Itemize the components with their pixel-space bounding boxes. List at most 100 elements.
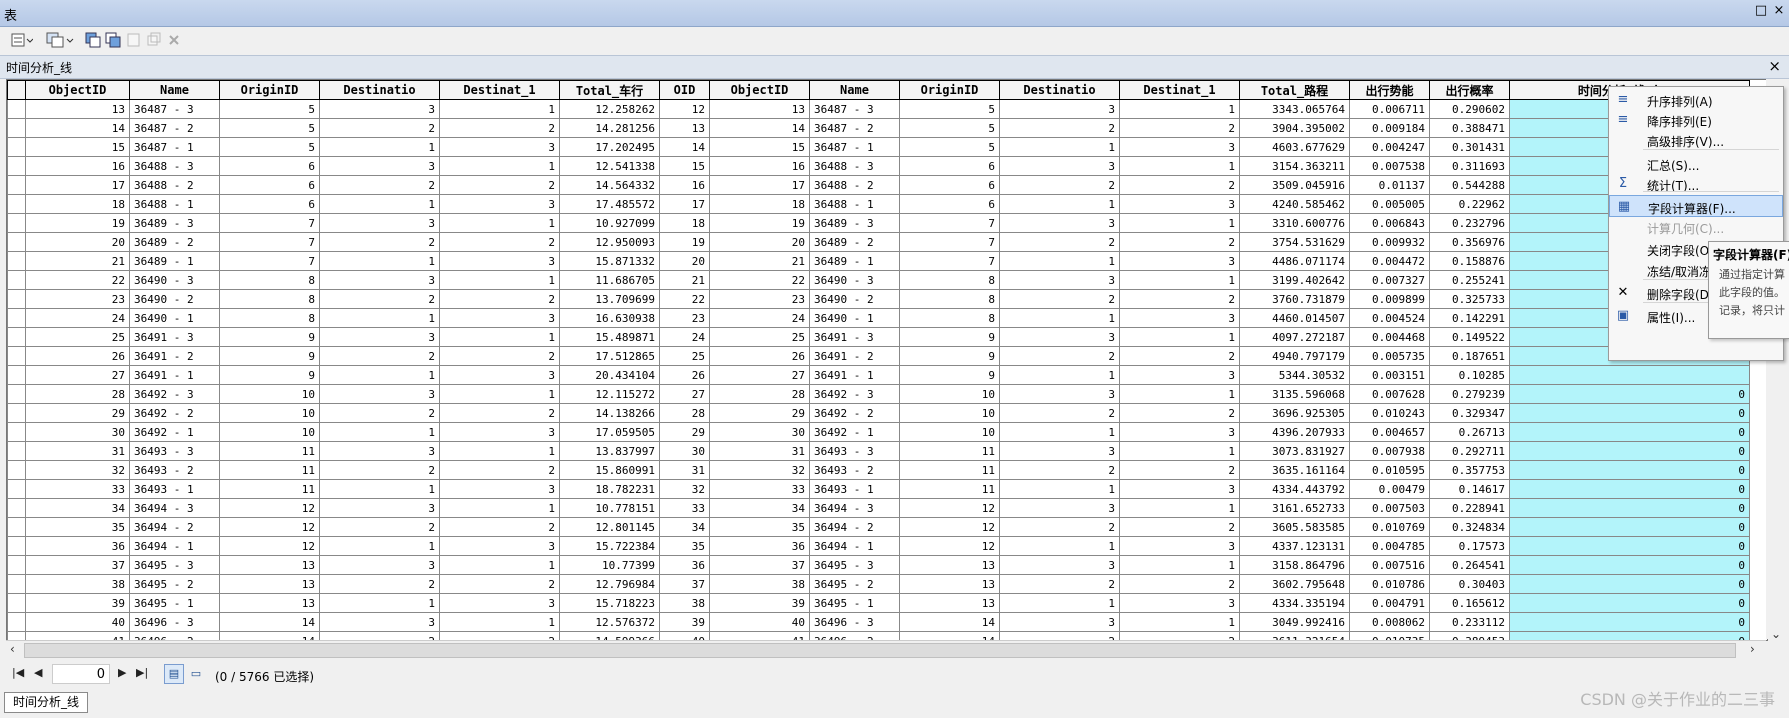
table-cell[interactable]: 29 [709,403,810,423]
table-cell[interactable]: 0 [1509,384,1750,404]
table-cell[interactable]: 33 [659,498,710,518]
table-cell[interactable]: 0.007503 [1349,498,1430,518]
table-cell[interactable]: 28 [659,403,710,423]
table-row[interactable]: 13 36487 - 3 5 3 1 12.258262 12 13 36487 - 35313… [7,99,1750,119]
table-cell[interactable]: 2 [1119,289,1240,309]
row-selector[interactable] [7,365,26,385]
table-cell[interactable]: 4486.071174 [1239,251,1350,271]
table-cell[interactable]: 1 [319,536,440,556]
table-cell[interactable]: 8 [899,270,1000,290]
table-cell[interactable]: 35 [709,517,810,537]
column-header[interactable]: OID [659,80,710,100]
table-cell[interactable]: 13 [899,555,1000,575]
table-cell[interactable]: 36487 - 3 [809,99,900,119]
table-cell[interactable]: 13.709699 [559,289,660,309]
table-cell[interactable]: 1 [1119,213,1240,233]
table-cell[interactable]: 2 [439,517,560,537]
table-cell[interactable]: 20.434104 [559,365,660,385]
table-cell[interactable]: 0.004785 [1349,536,1430,556]
table-cell[interactable]: 36495 - 2 [129,574,220,594]
table-cell[interactable]: 36491 - 3 [809,327,900,347]
row-selector[interactable] [7,498,26,518]
table-cell[interactable]: 36488 - 1 [809,194,900,214]
table-row[interactable]: 24 36490 - 1 8 1 3 16.630938 23 24 36490 - 18134… [7,308,1750,328]
table-cell[interactable]: 36493 - 1 [809,479,900,499]
table-cell[interactable]: 3 [319,213,440,233]
delete-selected-button[interactable] [166,30,182,50]
table-cell[interactable]: 1 [319,137,440,157]
close-table-icon[interactable]: × [1768,57,1781,75]
row-selector[interactable] [7,232,26,252]
table-cell[interactable]: 36 [25,536,130,556]
table-cell[interactable]: 36487 - 3 [129,99,220,119]
table-cell[interactable]: 17.059505 [559,422,660,442]
table-cell[interactable]: 10 [899,422,1000,442]
table-cell[interactable]: 0.004468 [1349,327,1430,347]
table-cell[interactable]: 6 [219,156,320,176]
table-cell[interactable]: 4334.443792 [1239,479,1350,499]
table-cell[interactable]: 13 [659,118,710,138]
table-cell[interactable]: 36487 - 2 [129,118,220,138]
table-cell[interactable]: 1 [319,479,440,499]
table-cell[interactable]: 0.003151 [1349,365,1430,385]
table-cell[interactable]: 36489 - 2 [129,232,220,252]
table-cell[interactable]: 3343.065764 [1239,99,1350,119]
table-cell[interactable]: 25 [25,327,130,347]
table-cell[interactable]: 0 [1509,403,1750,423]
table-cell[interactable]: 28 [709,384,810,404]
table-cell[interactable]: 3199.402642 [1239,270,1350,290]
row-selector[interactable] [7,403,26,423]
table-cell[interactable]: 1 [439,384,560,404]
column-header[interactable]: Destinatio [319,80,440,100]
table-cell[interactable]: 11 [219,479,320,499]
table-cell[interactable]: 3154.363211 [1239,156,1350,176]
table-cell[interactable]: 0.301431 [1429,137,1510,157]
table-cell[interactable]: 12.950093 [559,232,660,252]
table-cell[interactable] [1509,365,1750,385]
next-record-icon[interactable]: ▶ [118,666,126,679]
table-cell[interactable]: 8 [219,308,320,328]
table-cell[interactable]: 3509.045916 [1239,175,1350,195]
row-selector[interactable] [7,194,26,214]
row-selector[interactable] [7,175,26,195]
table-cell[interactable]: 1 [439,213,560,233]
table-cell[interactable]: 36496 - 3 [809,612,900,632]
horizontal-scrollbar[interactable]: ‹ › [6,640,1766,659]
table-cell[interactable]: 0.010786 [1349,574,1430,594]
table-cell[interactable]: 0.005005 [1349,194,1430,214]
show-all-records-button[interactable]: ▤ [164,664,184,684]
table-row[interactable]: 23 36490 - 2 8 2 2 13.709699 22 23 36490 - 28223… [7,289,1750,309]
table-cell[interactable]: 7 [899,213,1000,233]
table-cell[interactable]: 36488 - 3 [129,156,220,176]
table-cell[interactable]: 3904.395002 [1239,118,1350,138]
table-cell[interactable]: 1 [999,308,1120,328]
table-cell[interactable]: 0.165612 [1429,593,1510,613]
table-cell[interactable]: 13 [899,593,1000,613]
table-cell[interactable]: 24 [709,308,810,328]
row-selector[interactable] [7,479,26,499]
table-cell[interactable]: 2 [319,346,440,366]
table-cell[interactable]: 9 [219,365,320,385]
table-cell[interactable]: 2 [1119,118,1240,138]
table-cell[interactable]: 0.22962 [1429,194,1510,214]
table-cell[interactable]: 36489 - 3 [809,213,900,233]
table-cell[interactable]: 1 [1119,441,1240,461]
table-cell[interactable]: 26 [659,365,710,385]
table-cell[interactable]: 3 [999,327,1120,347]
table-cell[interactable]: 7 [219,251,320,271]
menu-item[interactable]: ≡ 降序排列(E) [1609,109,1783,131]
table-cell[interactable]: 9 [899,327,1000,347]
table-cell[interactable]: 12 [219,498,320,518]
table-cell[interactable]: 6 [219,194,320,214]
table-cell[interactable]: 36489 - 3 [129,213,220,233]
table-cell[interactable]: 36494 - 3 [809,498,900,518]
table-cell[interactable]: 2 [999,346,1120,366]
table-cell[interactable]: 5 [899,99,1000,119]
table-cell[interactable]: 2 [439,403,560,423]
row-selector[interactable] [7,517,26,537]
table-cell[interactable]: 36494 - 1 [129,536,220,556]
table-cell[interactable]: 0.004657 [1349,422,1430,442]
table-cell[interactable]: 12.258262 [559,99,660,119]
zoom-to-selected-button[interactable] [146,30,162,50]
table-cell[interactable]: 2 [439,118,560,138]
